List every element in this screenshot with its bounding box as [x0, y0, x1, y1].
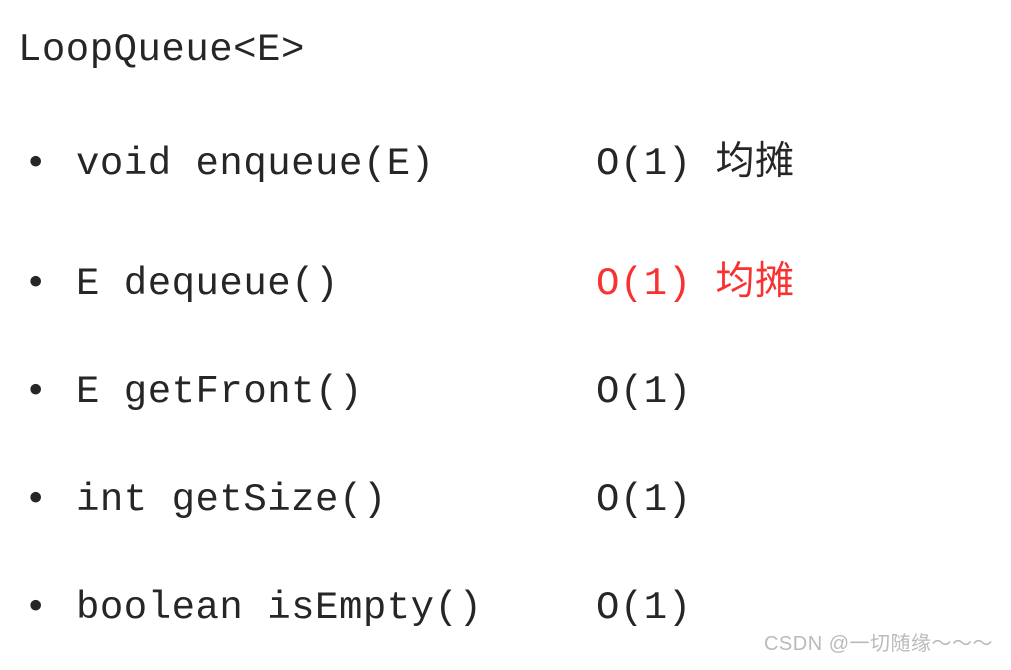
complexity-label: O(1) 均摊: [596, 250, 795, 306]
complexity-label: O(1): [596, 478, 692, 522]
method-signature: boolean isEmpty(): [76, 586, 596, 630]
method-row: • E dequeue() O(1) 均摊: [18, 250, 993, 306]
bullet-icon: •: [18, 478, 76, 522]
method-list: • void enqueue(E) O(1) 均摊 • E dequeue() …: [18, 130, 993, 630]
method-row: • E getFront() O(1): [18, 370, 993, 414]
watermark-text: CSDN @一切随缘～～～: [764, 627, 993, 656]
method-row: • int getSize() O(1): [18, 478, 993, 522]
complexity-label: O(1): [596, 586, 692, 630]
method-signature: int getSize(): [76, 478, 596, 522]
method-signature: void enqueue(E): [76, 142, 596, 186]
method-signature: E getFront(): [76, 370, 596, 414]
bullet-icon: •: [18, 370, 76, 414]
class-title: LoopQueue<E>: [18, 28, 993, 72]
bullet-icon: •: [18, 586, 76, 630]
bullet-icon: •: [18, 142, 76, 186]
method-row: • boolean isEmpty() O(1): [18, 586, 993, 630]
method-signature: E dequeue(): [76, 262, 596, 306]
complexity-label: O(1) 均摊: [596, 130, 795, 186]
method-row: • void enqueue(E) O(1) 均摊: [18, 130, 993, 186]
complexity-label: O(1): [596, 370, 692, 414]
bullet-icon: •: [18, 262, 76, 306]
